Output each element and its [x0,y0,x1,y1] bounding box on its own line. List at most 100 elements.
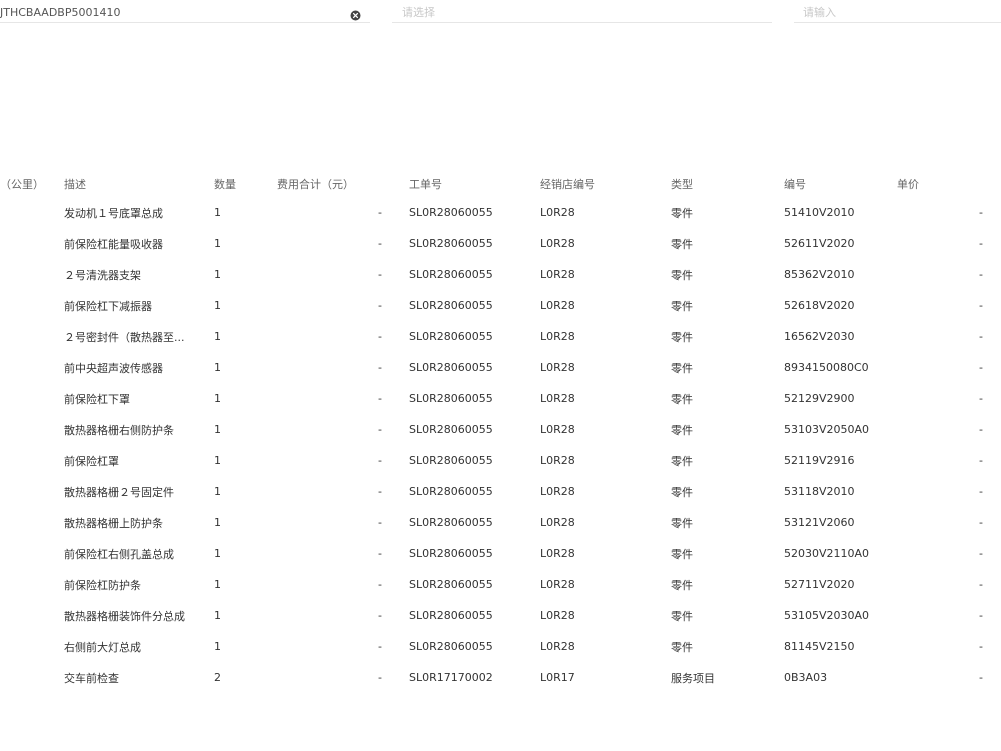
cell-order-number: SL0R17170002 [409,671,493,684]
cell-dealer-code: L0R28 [540,578,575,591]
cell-quantity: 1 [214,268,221,281]
cell-fee-total: - [378,454,382,467]
cell-type: 零件 [671,640,693,654]
cell-description: 右侧前大灯总成 [64,631,194,662]
cell-order-number: SL0R28060055 [409,640,493,653]
table-row[interactable]: 发动机１号底罩总成 1 - SL0R28060055 L0R28 零件 51410V2010… [0,197,1001,228]
cell-dealer-code: L0R28 [540,299,575,312]
cell-dealer-code: L0R28 [540,330,575,343]
cell-quantity: 2 [214,671,221,684]
cell-type: 零件 [671,237,693,251]
cell-order-number: SL0R28060055 [409,578,493,591]
table-row[interactable]: 前保险杠右侧孔盖总成 1 - SL0R28060055 L0R28 零件 52030V211… [0,538,1001,569]
cell-unit-price: - [979,578,983,591]
cell-code: 52129V2900 [784,392,855,405]
cell-code: 52711V2020 [784,578,855,591]
clear-icon[interactable] [350,6,361,21]
cell-order-number: SL0R28060055 [409,392,493,405]
table-row[interactable]: 前保险杠防护条 1 - SL0R28060055 L0R28 零件 52711V2020 - [0,569,1001,600]
cell-order-number: SL0R28060055 [409,299,493,312]
table-row[interactable]: 右侧前大灯总成 1 - SL0R28060055 L0R28 零件 81145V2150 - [0,631,1001,662]
cell-description: ２号密封件（散热器至... [64,321,194,352]
cell-type: 零件 [671,485,693,499]
cell-unit-price: - [979,485,983,498]
cell-quantity: 1 [214,423,221,436]
description-text: ２号清洗器支架 [64,268,141,282]
cell-quantity: 1 [214,454,221,467]
cell-fee-total: - [378,268,382,281]
keyword-input[interactable] [794,2,1001,23]
cell-order-number: SL0R28060055 [409,361,493,374]
cell-description: 散热器格栅２号固定件 [64,476,194,507]
table-row[interactable]: 散热器格栅２号固定件 1 - SL0R28060055 L0R28 零件 53118V201… [0,476,1001,507]
cell-code: 52030V2110A0 [784,547,870,560]
header-code: 编号 [784,177,806,191]
cell-order-number: SL0R28060055 [409,423,493,436]
cell-description: 前保险杠右侧孔盖总成 [64,538,194,569]
cell-order-number: SL0R28060055 [409,330,493,343]
table-row[interactable]: 散热器格栅上防护条 1 - SL0R28060055 L0R28 零件 53121V2060… [0,507,1001,538]
cell-dealer-code: L0R28 [540,361,575,374]
description-text: 散热器格栅２号固定件 [64,485,174,499]
cell-code: 53121V2060 [784,516,855,529]
cell-fee-total: - [378,206,382,219]
cell-order-number: SL0R28060055 [409,206,493,219]
cell-unit-price: - [979,454,983,467]
description-text: 右侧前大灯总成 [64,640,141,654]
cell-fee-total: - [378,578,382,591]
cell-order-number: SL0R28060055 [409,268,493,281]
cell-order-number: SL0R28060055 [409,454,493,467]
cell-code: 52119V2916 [784,454,855,467]
page: （公里） 描述 数量 费用合计（元） 工单号 经销店编号 类型 编号 单价 发动… [0,0,1001,751]
cell-type: 零件 [671,361,693,375]
table-header: （公里） 描述 数量 费用合计（元） 工单号 经销店编号 类型 编号 单价 [0,170,1001,197]
cell-quantity: 1 [214,547,221,560]
table-row[interactable]: 散热器格栅右侧防护条 1 - SL0R28060055 L0R28 零件 53103V205… [0,414,1001,445]
cell-quantity: 1 [214,640,221,653]
cell-dealer-code: L0R28 [540,547,575,560]
header-mileage: （公里） [0,177,40,191]
header-quantity: 数量 [214,177,236,191]
table-row[interactable]: 交车前检查 2 - SL0R17170002 L0R17 服务项目 0B3A03 - [0,662,1001,693]
description-text: 前中央超声波传感器 [64,361,163,375]
cell-quantity: 1 [214,609,221,622]
cell-quantity: 1 [214,330,221,343]
cell-quantity: 1 [214,485,221,498]
header-order-number: 工单号 [409,177,442,191]
cell-order-number: SL0R28060055 [409,485,493,498]
cell-dealer-code: L0R28 [540,516,575,529]
cell-fee-total: - [378,609,382,622]
header-fee-total: 费用合计（元） [277,177,354,191]
table-row[interactable]: 前保险杠能量吸收器 1 - SL0R28060055 L0R28 零件 52611V2020… [0,228,1001,259]
header-dealer-code: 经销店编号 [540,177,595,191]
cell-fee-total: - [378,237,382,250]
cell-description: 前保险杠罩 [64,445,194,476]
table-row[interactable]: 前保险杠下减振器 1 - SL0R28060055 L0R28 零件 52618V2020 - [0,290,1001,321]
cell-description: 前中央超声波传感器 [64,352,194,383]
table-row[interactable]: 前保险杠罩 1 - SL0R28060055 L0R28 零件 52119V2916 - [0,445,1001,476]
vin-input[interactable] [0,2,370,23]
cell-type: 零件 [671,516,693,530]
cell-quantity: 1 [214,516,221,529]
type-select-input[interactable] [392,2,772,23]
table-row[interactable]: 散热器格栅装饰件分总成 1 - SL0R28060055 L0R28 零件 53105V20… [0,600,1001,631]
filter-bar [0,0,1001,26]
table-row[interactable]: ２号清洗器支架 1 - SL0R28060055 L0R28 零件 85362V2010 - [0,259,1001,290]
type-select[interactable] [392,1,772,23]
cell-type: 零件 [671,206,693,220]
cell-dealer-code: L0R28 [540,423,575,436]
table-body: 发动机１号底罩总成 1 - SL0R28060055 L0R28 零件 51410V2010… [0,197,1001,693]
cell-type: 零件 [671,330,693,344]
table-row[interactable]: ２号密封件（散热器至... 1 - SL0R28060055 L0R28 零件 16562V… [0,321,1001,352]
cell-code: 53105V2030A0 [784,609,870,622]
cell-unit-price: - [979,299,983,312]
header-unit-price: 单价 [897,177,919,191]
table-row[interactable]: 前中央超声波传感器 1 - SL0R28060055 L0R28 零件 8934150080… [0,352,1001,383]
cell-description: 发动机１号底罩总成 [64,197,194,228]
cell-code: 85362V2010 [784,268,855,281]
table-row[interactable]: 前保险杠下罩 1 - SL0R28060055 L0R28 零件 52129V2900 - [0,383,1001,414]
cell-code: 8934150080C0 [784,361,869,374]
description-text: 散热器格栅右侧防护条 [64,423,174,437]
cell-unit-price: - [979,516,983,529]
cell-dealer-code: L0R28 [540,454,575,467]
